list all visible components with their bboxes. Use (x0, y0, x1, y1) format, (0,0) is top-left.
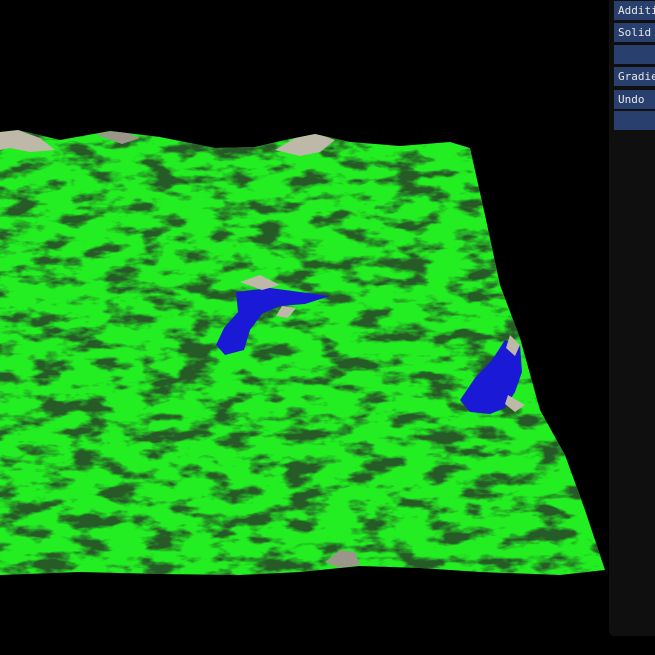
solid-button[interactable]: Solid (614, 23, 655, 42)
undo-button[interactable]: Undo (614, 90, 655, 109)
terrain-viewport[interactable] (0, 0, 610, 655)
terrain-canvas[interactable] (0, 0, 610, 655)
gradient-button[interactable]: Gradie (614, 67, 655, 86)
additive-button[interactable]: Additi (614, 1, 655, 20)
tool-panel: Additi Solid Gradie Undo (609, 0, 655, 636)
blank-button-1[interactable] (614, 45, 655, 64)
blank-button-2[interactable] (614, 111, 655, 130)
